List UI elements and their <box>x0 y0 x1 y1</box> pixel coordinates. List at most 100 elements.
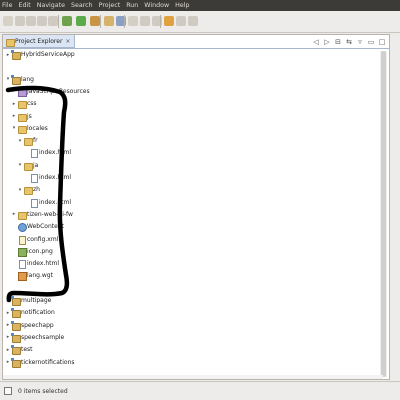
project-explorer-panel: Project Explorer × ◁ ▷ ⊟ ⇆ ▿ ▭ □ ▸ Hybrid… <box>2 34 390 380</box>
folder-icon <box>23 161 33 171</box>
project-icon <box>11 320 21 331</box>
tree-item[interactable]: ▸ test <box>5 344 33 356</box>
project-icon <box>11 345 21 356</box>
menu-edit[interactable]: Edit <box>19 2 31 9</box>
file-icon <box>29 198 38 208</box>
tree-item[interactable]: ▸ speechsample <box>5 332 64 343</box>
tree-item[interactable]: ▸ notification <box>5 307 55 319</box>
collapse-all-icon[interactable]: ⊟ <box>334 38 342 46</box>
tree-item-label: tizen-web-ui-fw <box>27 210 73 218</box>
tree-item[interactable]: config.xml <box>11 234 58 245</box>
tree-item[interactable]: WebContent <box>11 221 64 233</box>
menu-navigate[interactable]: Navigate <box>37 2 65 9</box>
tree-item-label: css <box>27 100 37 108</box>
tree-item[interactable]: ▾ zh <box>17 184 40 196</box>
tree-item[interactable]: ▸ speechapp <box>5 320 54 331</box>
menu-search[interactable]: Search <box>71 2 93 9</box>
tab-project-explorer[interactable]: Project Explorer × <box>3 35 75 48</box>
tree-item[interactable]: ▸ css <box>11 98 37 110</box>
tree-item-label: index.html <box>39 198 71 206</box>
close-tab-icon[interactable]: × <box>65 38 70 45</box>
tree-item-label: WebContent <box>27 223 64 231</box>
tree-item-label: tickernotifications <box>21 358 75 366</box>
tree-item-label: speechapp <box>21 321 54 329</box>
tree-item-label: config.xml <box>27 235 59 243</box>
view-toolbar: ◁ ▷ ⊟ ⇆ ▿ ▭ □ <box>312 37 386 47</box>
tree-item[interactable]: ▾ ja <box>17 160 38 171</box>
vertical-scrollbar[interactable] <box>380 51 387 377</box>
file-icon <box>29 148 38 159</box>
folder-icon <box>17 210 27 220</box>
toolbar-separator <box>160 15 161 28</box>
globe-icon <box>17 222 27 233</box>
tree-item-label: ja <box>33 161 39 169</box>
tree-item[interactable]: ▸ tizen-web-ui-fw <box>11 209 73 220</box>
new-project-icon[interactable] <box>104 16 114 26</box>
tree-item-label: icon.png <box>27 247 53 255</box>
tree-item[interactable]: ▸ JavaScript Resources <box>11 86 90 97</box>
view-menu-icon[interactable]: ▿ <box>356 38 364 46</box>
tree-item[interactable]: ▾ locales <box>11 123 48 134</box>
project-icon <box>11 296 21 306</box>
project-icon <box>11 50 21 60</box>
menu-window[interactable]: Window <box>144 2 169 9</box>
tree-item-label: locales <box>27 124 48 132</box>
tree-item[interactable]: index.html <box>23 197 71 208</box>
save-all-icon[interactable] <box>26 16 36 26</box>
toolbar-separator <box>58 15 59 28</box>
folder-icon <box>23 136 33 147</box>
back-icon[interactable] <box>164 16 174 26</box>
tree-item[interactable]: ▸ tickernotifications <box>5 357 75 368</box>
external-tools-icon[interactable] <box>90 16 100 26</box>
menu-help[interactable]: Help <box>175 2 189 9</box>
tree-item-label: JavaScript Resources <box>27 87 90 95</box>
tree-item-label: index.html <box>39 174 71 181</box>
last-edit-icon[interactable] <box>188 16 198 26</box>
folder-icon <box>17 124 27 134</box>
tree-item[interactable]: index.html <box>23 172 71 183</box>
tree-item[interactable]: index.html <box>23 147 71 159</box>
folder-icon <box>17 99 27 110</box>
tree-item-label: speechsample <box>21 333 65 341</box>
horizontal-scrollbar[interactable] <box>3 375 383 379</box>
menu-file[interactable]: File <box>2 2 13 9</box>
menu-bar: File Edit Navigate Search Project Run Window He… <box>0 0 400 11</box>
tree-item[interactable]: ▸ HybridServiceApp <box>5 49 75 60</box>
status-bar: 0 items selected <box>0 381 400 400</box>
link-editor-icon[interactable]: ⇆ <box>345 38 353 46</box>
menu-run[interactable]: Run <box>126 2 138 9</box>
tree-item[interactable]: ▾ lang <box>5 74 34 85</box>
project-explorer-icon <box>5 37 15 47</box>
status-icon <box>4 387 12 395</box>
debug-icon[interactable] <box>62 16 72 26</box>
project-tree: ▸ HybridServiceApp ▾ lang ▸ JavaScript Resour… <box>3 49 381 379</box>
search-icon[interactable] <box>128 16 138 26</box>
tree-item-label: test <box>21 346 33 354</box>
tree-item[interactable]: icon.png <box>11 246 53 257</box>
minimize-icon[interactable]: ▭ <box>367 38 375 46</box>
tree-item[interactable]: ▾ fr <box>17 135 38 147</box>
tree-item-label: notification <box>21 309 55 317</box>
scrollbar-thumb[interactable] <box>381 51 386 377</box>
properties-icon[interactable] <box>48 16 58 26</box>
back-icon[interactable]: ◁ <box>312 38 320 46</box>
tree-item[interactable]: ▸ multipage <box>5 295 51 306</box>
tree-item-label: index.html <box>39 149 71 157</box>
print-icon[interactable] <box>37 16 47 26</box>
new-icon[interactable] <box>3 16 13 26</box>
run-icon[interactable] <box>76 16 86 26</box>
maximize-icon[interactable]: □ <box>378 38 386 46</box>
file-icon <box>17 259 26 270</box>
tree-item[interactable]: index.html <box>11 258 59 270</box>
next-annotation-icon[interactable] <box>140 16 150 26</box>
save-icon[interactable] <box>15 16 25 26</box>
tree-item-label: js <box>27 112 32 120</box>
jsres-icon <box>17 87 27 97</box>
tree-item[interactable]: lang.wgt <box>11 270 53 282</box>
forward-icon[interactable]: ▷ <box>323 38 331 46</box>
project-icon <box>11 357 21 368</box>
forward-icon[interactable] <box>176 16 186 26</box>
menu-project[interactable]: Project <box>99 2 121 9</box>
tab-label: Project Explorer <box>15 37 63 45</box>
tree-item[interactable]: ▸ js <box>11 111 32 122</box>
